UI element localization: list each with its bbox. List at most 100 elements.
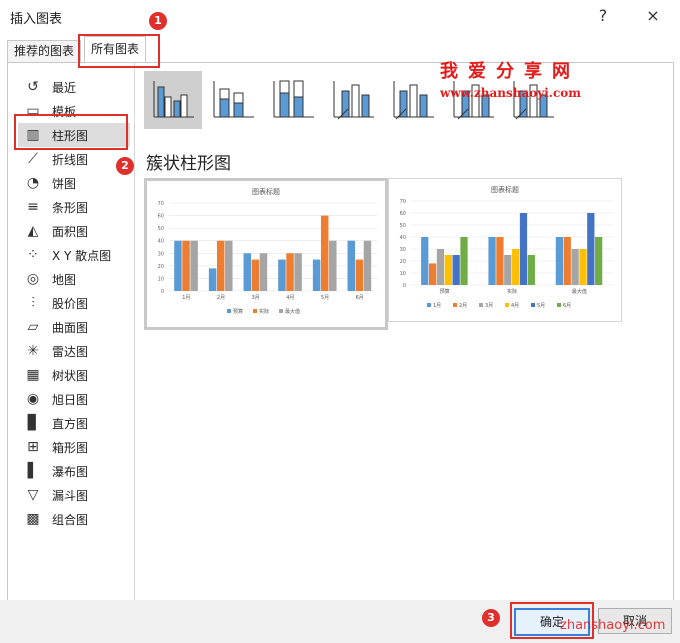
sidebar-item-5[interactable]: ≡ 条形图 (18, 195, 130, 219)
sidebar-item-12[interactable]: ▦ 树状图 (18, 363, 130, 387)
x-tick-label: 5月 (321, 295, 329, 301)
chart-title: 图表标题 (491, 185, 519, 194)
bar-chart-icon: ≡ (27, 199, 39, 215)
legend-label: 4月 (511, 303, 519, 309)
chart-preview-1-svg: 图表标题 0 10 20 30 40 50 60 70 1月 2月 3月 4月 5月 6月预算 实际 最大值 (158, 187, 377, 315)
clustered-column-icon[interactable] (144, 71, 202, 129)
chart-preview-1[interactable]: 图表标题 0 10 20 30 40 50 60 70 1月 2月 3月 4月 5月 6月 预算 实际 最大值 (144, 178, 388, 330)
legend-swatch (479, 303, 483, 307)
bar (444, 255, 452, 285)
3d-stacked-column-icon[interactable] (384, 71, 442, 129)
bar (259, 253, 268, 291)
sidebar-item-11[interactable]: ✳ 雷达图 (18, 339, 130, 363)
sidebar-item-0[interactable]: ↺ 最近 (18, 75, 130, 99)
bar (312, 259, 321, 291)
legend-swatch (531, 303, 535, 307)
close-button[interactable]: × (640, 4, 666, 28)
bar (355, 259, 364, 291)
sidebar-item-label: 地图 (52, 273, 77, 287)
bar (460, 237, 468, 285)
y-tick-label: 10 (400, 271, 406, 277)
sidebar-item-15[interactable]: ⊞ 箱形图 (18, 435, 130, 459)
chart-preview-2-svg: 图表标题 0 10 20 30 40 50 60 70 预算 实际 最大值 1月 2月 3月 4月 5月 6月 (400, 185, 613, 309)
sidebar-item-label: 旭日图 (52, 393, 89, 407)
sunburst-chart-icon: ◉ (26, 391, 40, 407)
y-tick-label: 60 (158, 214, 164, 220)
bar (571, 249, 579, 285)
bar (595, 237, 603, 285)
sidebar-item-18[interactable]: ▩ 组合图 (18, 507, 130, 531)
bar (251, 259, 260, 291)
bar (496, 237, 504, 285)
x-tick-label: 2月 (217, 295, 225, 301)
sidebar-item-label: 条形图 (52, 201, 89, 215)
bar (286, 253, 294, 291)
bar (428, 263, 437, 285)
sidebar-item-10[interactable]: ▱ 曲面图 (18, 315, 130, 339)
y-tick-label: 30 (158, 251, 164, 257)
y-tick-label: 50 (400, 223, 406, 229)
funnel-chart-icon: ▽ (27, 487, 39, 503)
bar (243, 253, 252, 291)
legend-label: 最大值 (285, 308, 300, 315)
step-marker-1: 1 (149, 12, 167, 30)
stock-chart-icon: ⫶ (31, 295, 35, 311)
sidebar-item-label: 瀑布图 (52, 465, 89, 479)
sidebar-item-9[interactable]: ⫶ 股价图 (18, 291, 130, 315)
bar (347, 240, 356, 291)
y-tick-label: 40 (158, 239, 164, 245)
100-stacked-column-icon[interactable] (264, 71, 322, 129)
bar (208, 268, 217, 291)
3d-clustered-column-icon[interactable] (324, 71, 382, 129)
sidebar-item-label: 股价图 (52, 297, 89, 311)
recent-icon: ↺ (27, 79, 39, 95)
help-button[interactable]: ? (590, 4, 616, 28)
legend-label: 2月 (459, 303, 467, 309)
x-tick-label: 6月 (356, 295, 364, 301)
sidebar-item-17[interactable]: ▽ 漏斗图 (18, 483, 130, 507)
sidebar-item-7[interactable]: ⁘ X Y 散点图 (18, 243, 130, 267)
chart-preview-2[interactable]: 图表标题 0 10 20 30 40 50 60 70 预算 实际 最大值 1月 2月 3月 4月 5月 6月 (388, 178, 622, 322)
sidebar-item-label: 直方图 (52, 417, 89, 431)
dialog-title: 插入图表 (10, 12, 63, 27)
y-tick-label: 70 (400, 199, 406, 205)
highlight-tab (78, 34, 160, 68)
sidebar-item-4[interactable]: ◔ 饼图 (18, 171, 130, 195)
bar (320, 215, 329, 291)
y-tick-label: 10 (158, 276, 164, 282)
bar (363, 240, 372, 291)
tab-recommended[interactable]: 推荐的图表 (7, 40, 82, 63)
radar-chart-icon: ✳ (27, 343, 39, 359)
highlight-column-chart (14, 114, 128, 150)
sidebar-item-8[interactable]: ◎ 地图 (18, 267, 130, 291)
sidebar-item-16[interactable]: ▌ 瀑布图 (18, 459, 130, 483)
x-tick-label: 1月 (182, 295, 190, 301)
watermark-title: 我爱分享网 (440, 61, 580, 82)
x-tick-label: 最大值 (572, 288, 587, 295)
legend-swatch (227, 309, 231, 313)
bar (329, 240, 337, 291)
bar (174, 240, 182, 291)
x-tick-label: 3月 (252, 295, 260, 301)
bar (579, 249, 587, 285)
sidebar-item-3[interactable]: ⟋ 折线图 (18, 147, 130, 171)
chart-title: 图表标题 (252, 187, 280, 196)
sidebar-item-label: 树状图 (52, 369, 89, 383)
map-chart-icon: ◎ (26, 271, 40, 287)
waterfall-chart-icon: ▌ (27, 463, 39, 479)
x-tick-label: 实际 (507, 288, 517, 295)
sidebar-item-14[interactable]: ▊ 直方图 (18, 411, 130, 435)
treemap-chart-icon: ▦ (26, 367, 40, 383)
line-chart-icon: ⟋ (28, 151, 38, 167)
step-marker-2: 2 (116, 157, 134, 175)
sidebar-item-label: 箱形图 (52, 441, 89, 455)
title-bar: 插入图表 ? × (0, 0, 680, 34)
sidebar-item-13[interactable]: ◉ 旭日图 (18, 387, 130, 411)
bar (216, 240, 225, 291)
legend-label: 预算 (233, 308, 243, 315)
stacked-column-icon[interactable] (204, 71, 262, 129)
sidebar-item-6[interactable]: ◭ 面积图 (18, 219, 130, 243)
y-tick-label: 70 (158, 201, 164, 207)
bar (563, 237, 571, 285)
area-chart-icon: ◭ (27, 223, 39, 239)
